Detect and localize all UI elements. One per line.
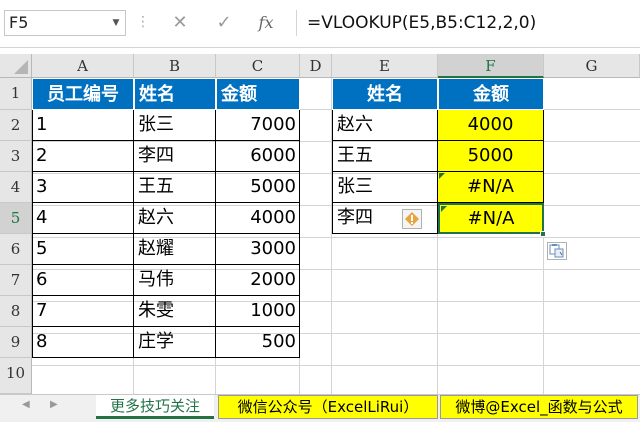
sheet-nav-left-icon[interactable]: ◀ (22, 399, 30, 410)
lookup-cell[interactable]: 王五 (332, 141, 438, 172)
cancel-icon[interactable]: ✕ (166, 10, 194, 36)
fill-handle[interactable] (540, 231, 546, 237)
table-cell[interactable]: 2 (32, 141, 134, 172)
table-cell[interactable]: 500 (216, 327, 300, 358)
error-indicator-icon (441, 206, 447, 212)
table-cell[interactable]: 3000 (216, 234, 300, 265)
table-cell[interactable]: 朱雯 (134, 296, 216, 327)
table-cell[interactable]: 2000 (216, 265, 300, 296)
table-cell[interactable]: 4 (32, 203, 134, 234)
column-header-g[interactable]: G (544, 54, 640, 78)
column-header-b[interactable]: B (134, 54, 216, 78)
formula-input[interactable]: =VLOOKUP(E5,B5:C12,2,0) (296, 10, 640, 36)
table-cell[interactable]: 3 (32, 172, 134, 203)
lookup-cell[interactable]: 张三 (332, 172, 438, 203)
function-icon[interactable]: fx (252, 10, 280, 36)
header-amount[interactable]: 金额 (216, 78, 300, 110)
worksheet-grid[interactable]: A B C D E F G 1 2 3 4 5 6 7 8 9 10 员工编号 … (0, 54, 640, 394)
header-employee-id[interactable]: 员工编号 (32, 78, 134, 110)
row-header-9[interactable]: 9 (0, 327, 32, 358)
table-cell[interactable]: 8 (32, 327, 134, 358)
row-header-2[interactable]: 2 (0, 110, 32, 141)
row-header-5[interactable]: 5 (0, 203, 32, 234)
lookup-header-amount[interactable]: 金额 (438, 78, 544, 110)
table-cell[interactable]: 赵六 (134, 203, 216, 234)
sheet-tab-1[interactable]: 更多技巧关注 (96, 395, 214, 419)
table-cell[interactable]: 庄学 (134, 327, 216, 358)
row-header-6[interactable]: 6 (0, 234, 32, 265)
error-indicator-icon (439, 173, 445, 179)
row-header-4[interactable]: 4 (0, 172, 32, 203)
column-header-e[interactable]: E (332, 54, 438, 78)
row-header-7[interactable]: 7 (0, 265, 32, 296)
error-warning-icon (405, 212, 419, 226)
row-header-10[interactable]: 10 (0, 358, 32, 394)
lookup-cell[interactable]: 赵六 (332, 110, 438, 141)
select-all-corner[interactable] (0, 54, 32, 78)
lookup-result-cell[interactable]: 4000 (438, 110, 544, 141)
sheet-tab-3[interactable]: 微博@Excel_函数与公式 (440, 395, 638, 419)
table-cell[interactable]: 张三 (134, 110, 216, 141)
lookup-result-cell[interactable]: #N/A (438, 172, 544, 203)
lookup-header-name[interactable]: 姓名 (332, 78, 438, 110)
table-cell[interactable]: 李四 (134, 141, 216, 172)
paste-options-icon (549, 244, 564, 258)
dropdown-arrow-icon[interactable]: ▼ (108, 10, 124, 36)
header-name[interactable]: 姓名 (134, 78, 216, 110)
table-cell[interactable]: 7000 (216, 110, 300, 141)
select-all-triangle-icon (14, 60, 28, 74)
column-header-d[interactable]: D (300, 54, 332, 78)
table-cell[interactable]: 赵耀 (134, 234, 216, 265)
sheet-nav-right-icon[interactable]: ▶ (50, 399, 58, 410)
paste-options-button[interactable] (547, 242, 567, 260)
table-cell[interactable]: 1000 (216, 296, 300, 327)
column-header-f[interactable]: F (438, 54, 544, 78)
column-header-c[interactable]: C (216, 54, 300, 78)
table-cell[interactable]: 1 (32, 110, 134, 141)
table-cell[interactable]: 4000 (216, 203, 300, 234)
row-header-3[interactable]: 3 (0, 141, 32, 172)
table-cell[interactable]: 5 (32, 234, 134, 265)
sheet-tab-bar: ◀ ▶ 更多技巧关注 微信公众号（ExcelLiRui） 微博@Excel_函数… (0, 394, 640, 422)
lookup-result-cell[interactable]: 5000 (438, 141, 544, 172)
column-header-a[interactable]: A (32, 54, 134, 78)
table-cell[interactable]: 5000 (216, 172, 300, 203)
formula-bar-grip-icon: ⋮ (136, 14, 150, 30)
lookup-cell[interactable]: 李四 (332, 203, 438, 234)
selected-cell-f5[interactable]: #N/A (438, 203, 544, 234)
formula-bar: F5 ▼ ⋮ ✕ ✓ fx =VLOOKUP(E5,B5:C12,2,0) (0, 0, 640, 48)
table-cell[interactable]: 7 (32, 296, 134, 327)
table-cell[interactable]: 6 (32, 265, 134, 296)
sheet-tab-2[interactable]: 微信公众号（ExcelLiRui） (218, 395, 438, 419)
enter-icon[interactable]: ✓ (210, 10, 238, 36)
table-cell[interactable]: 马伟 (134, 265, 216, 296)
table-cell[interactable]: 6000 (216, 141, 300, 172)
row-header-1[interactable]: 1 (0, 78, 32, 110)
row-header-8[interactable]: 8 (0, 296, 32, 327)
table-cell[interactable]: 王五 (134, 172, 216, 203)
error-warning-button[interactable] (402, 209, 422, 229)
